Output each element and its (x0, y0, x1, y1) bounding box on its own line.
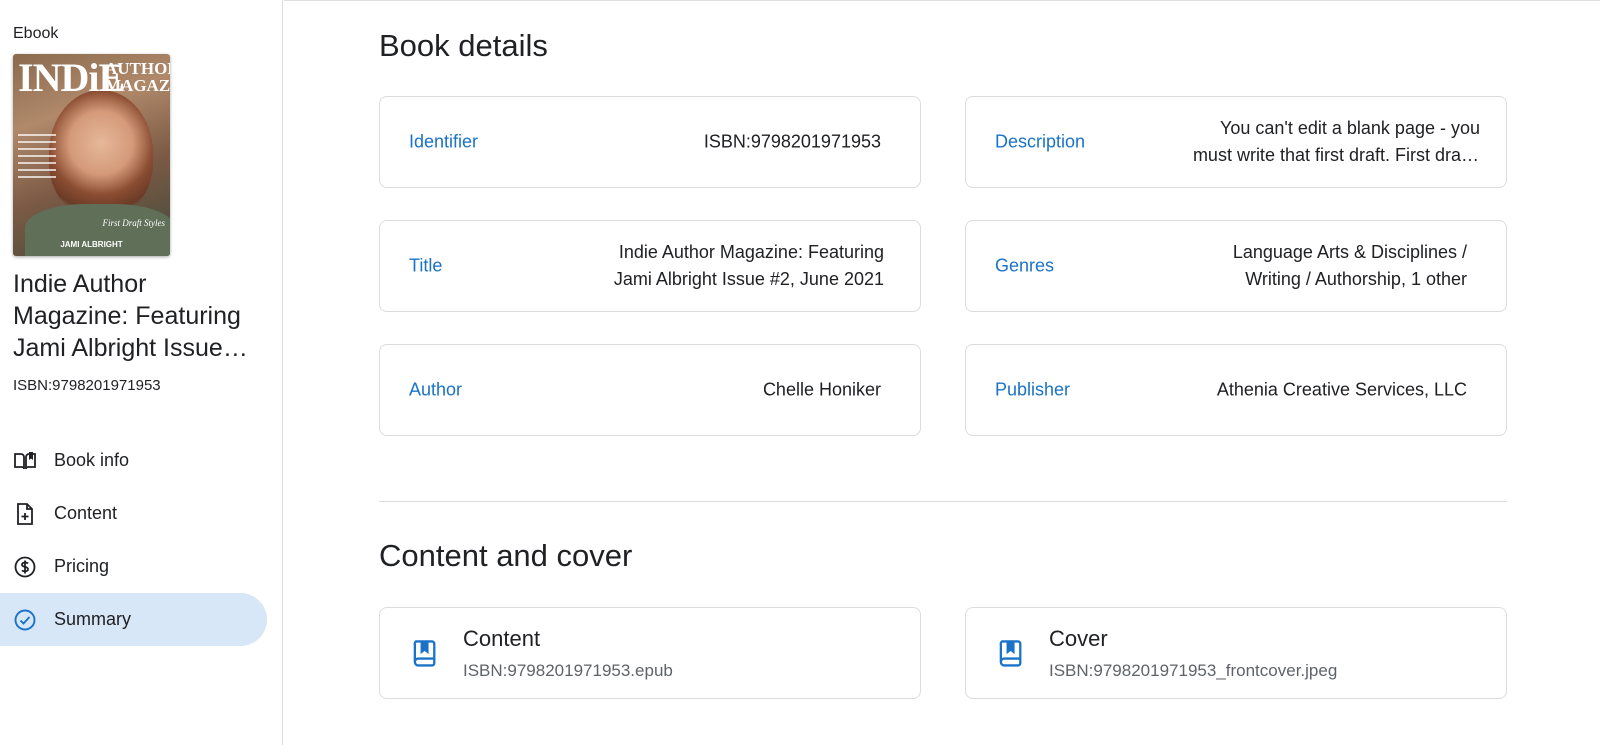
cover-masthead-sub: AUTHOR MAGAZINE (105, 59, 170, 95)
cover-file-title: Cover (1049, 626, 1108, 651)
sidebar-item-label: Summary (54, 609, 132, 629)
author-value: Chelle Honiker (762, 379, 881, 400)
identifier-label: Identifier (409, 131, 479, 152)
publisher-card[interactable]: Publisher Athenia Creative Services, LLC (965, 344, 1507, 436)
book-details-heading: Book details (379, 28, 548, 63)
dollar-circle-icon (14, 556, 36, 578)
cover-file-name: ISBN:9798201971953_frontcover.jpeg (1049, 661, 1338, 680)
book-isbn: ISBN:9798201971953 (13, 377, 161, 394)
cover-name: JAMI ALBRIGHT (60, 240, 123, 249)
check-circle-icon (14, 609, 36, 631)
publisher-value: Athenia Creative Services, LLC (1216, 379, 1467, 400)
content-file-name: ISBN:9798201971953.epub (463, 661, 673, 680)
cover-file-card[interactable]: Cover ISBN:9798201971953_frontcover.jpeg (965, 607, 1507, 699)
add-file-icon (14, 502, 36, 525)
sidebar-item-label: Book info (54, 450, 130, 470)
publisher-label: Publisher (995, 379, 1071, 400)
title-value: Indie Author Magazine: Featuring Jami Al… (613, 242, 884, 289)
genres-value: Language Arts & Disciplines / Writing / … (1232, 242, 1467, 289)
open-book-icon (14, 450, 36, 472)
description-card[interactable]: Description You can't edit a blank page … (965, 96, 1507, 188)
identifier-card[interactable]: Identifier ISBN:9798201971953 (379, 96, 921, 188)
sidebar: Ebook INDiE AUTHOR MAGAZINE First Draft … (0, 0, 283, 745)
format-label: Ebook (13, 25, 59, 42)
book-title: Indie Author Magazine: Featuring Jami Al… (13, 270, 241, 362)
sidebar-item-pricing[interactable]: Pricing (0, 540, 267, 593)
genres-label: Genres (995, 255, 1055, 276)
bookmark-book-icon (410, 638, 438, 670)
sidebar-item-label: Pricing (54, 556, 110, 576)
description-label: Description (995, 131, 1086, 152)
cover-tagline: First Draft Styles (102, 218, 166, 228)
content-file-title: Content (463, 626, 541, 651)
sidebar-item-book-info[interactable]: Book info (0, 434, 267, 487)
title-card[interactable]: Title Indie Author Magazine: Featuring J… (379, 220, 921, 312)
book-cover-image: INDiE AUTHOR MAGAZINE First Draft Styles… (13, 54, 170, 256)
author-card[interactable]: Author Chelle Honiker (379, 344, 921, 436)
section-divider (379, 501, 1507, 502)
identifier-value: ISBN:9798201971953 (703, 131, 881, 152)
sidebar-item-summary[interactable]: Summary (0, 593, 267, 646)
title-label: Title (409, 255, 443, 276)
content-and-cover-heading: Content and cover (379, 538, 633, 573)
content-file-card[interactable]: Content ISBN:9798201971953.epub (379, 607, 921, 699)
cover-portrait (49, 90, 153, 216)
sidebar-item-label: Content (54, 503, 118, 523)
bookmark-book-icon (996, 638, 1024, 670)
description-value: You can't edit a blank page - you must w… (1192, 118, 1480, 165)
author-label: Author (409, 379, 463, 400)
sidebar-item-content[interactable]: Content (0, 487, 267, 540)
top-divider (284, 0, 1600, 1)
sidebar-nav: Book info Content Pricing Summary (0, 434, 267, 646)
genres-card[interactable]: Genres Language Arts & Disciplines / Wri… (965, 220, 1507, 312)
